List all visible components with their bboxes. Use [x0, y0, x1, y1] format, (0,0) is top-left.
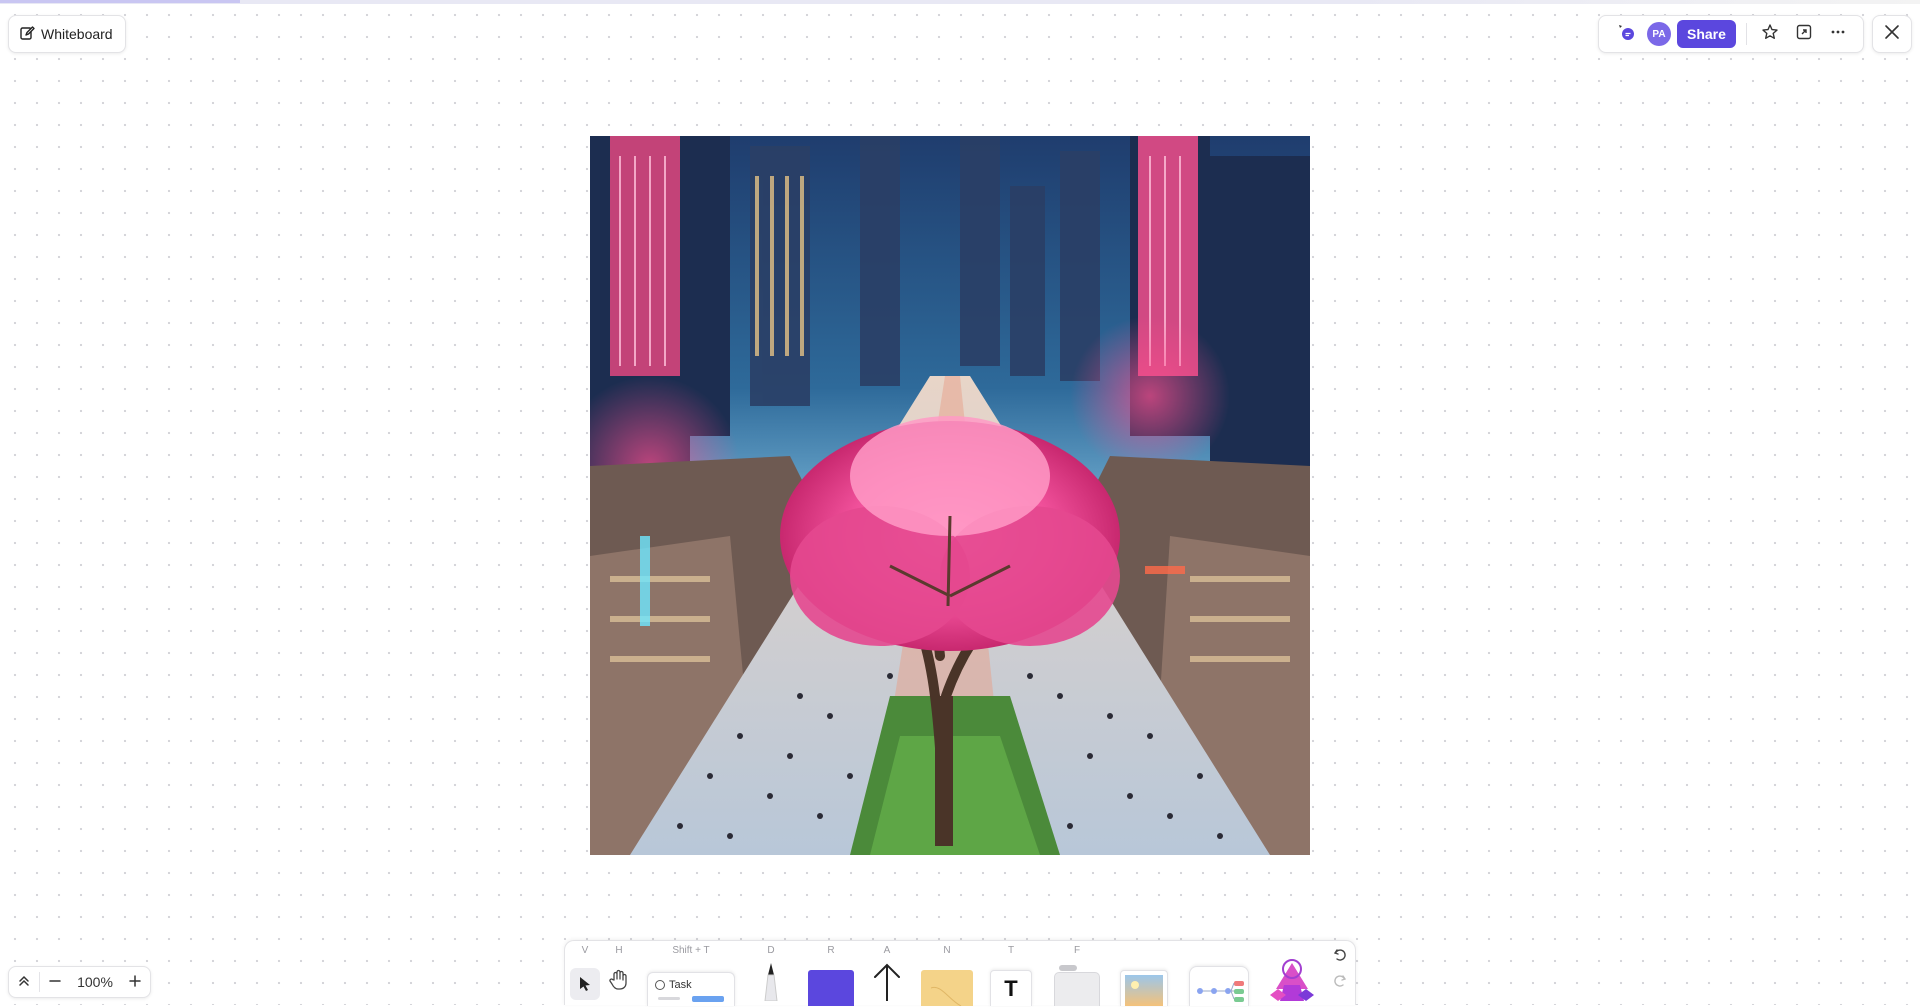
undo-button[interactable]: [1330, 947, 1350, 967]
image-tool[interactable]: [1118, 941, 1170, 1006]
whiteboard-title: Whiteboard: [41, 26, 113, 42]
task-status-bar: [692, 996, 724, 1002]
undo-icon: [1333, 948, 1347, 967]
comment-icon: [1617, 23, 1635, 46]
sticky-note-icon: [921, 970, 973, 1006]
shortcut-label: T: [1007, 945, 1015, 956]
share-button[interactable]: Share: [1677, 20, 1736, 48]
zoom-in-button[interactable]: [120, 967, 150, 997]
shortcut-label: N: [943, 945, 951, 956]
minus-icon: [48, 974, 62, 991]
templates-tool[interactable]: [1187, 941, 1251, 1006]
redo-button[interactable]: [1330, 973, 1350, 993]
close-button[interactable]: [1872, 15, 1912, 53]
sticky-note-tool[interactable]: N: [918, 941, 976, 1006]
avatar[interactable]: PA: [1647, 22, 1671, 46]
flowchart-icon: [1189, 966, 1249, 1006]
rectangle-shape-icon: [808, 970, 854, 1006]
arrow-tool[interactable]: A: [865, 941, 909, 1006]
shortcut-label: Shift + T: [672, 945, 710, 956]
star-icon: [1761, 23, 1779, 46]
more-icon: [1829, 23, 1847, 46]
favorite-button[interactable]: [1753, 19, 1787, 49]
frame-tool[interactable]: F: [1052, 941, 1102, 1006]
pen-tool[interactable]: D: [751, 941, 791, 1006]
task-card-preview: Task: [647, 972, 735, 1006]
collapse-button[interactable]: [9, 967, 39, 997]
check-circle-icon: [655, 980, 665, 990]
drawing-toolbar: V H Shift + T Task D R A N T T F: [564, 940, 1356, 1006]
divider: [1745, 23, 1747, 45]
close-icon: [1883, 23, 1901, 46]
text-icon: T: [990, 970, 1032, 1006]
task-line: [658, 997, 680, 1000]
more-options-button[interactable]: [1821, 19, 1855, 49]
hand-icon: [609, 969, 629, 996]
shortcut-label: H: [615, 945, 623, 956]
more-shapes-tool[interactable]: [1263, 941, 1321, 1006]
shortcut-label: R: [827, 945, 835, 956]
task-label: Task: [669, 979, 692, 991]
text-tool[interactable]: T T: [988, 941, 1034, 1006]
history-controls: [1327, 941, 1353, 1006]
cursor-icon: [570, 968, 600, 1000]
collapse-icon: [17, 974, 31, 991]
zoom-out-button[interactable]: [40, 967, 70, 997]
select-tool[interactable]: V: [569, 941, 601, 1006]
shortcut-label: F: [1073, 945, 1081, 956]
fit-screen-icon: [1795, 23, 1813, 46]
edit-icon: [19, 25, 35, 44]
shortcut-label: V: [581, 945, 589, 956]
board-image-city-cherry-tree[interactable]: [590, 136, 1310, 855]
rectangle-tool[interactable]: R: [805, 941, 857, 1006]
comment-button[interactable]: [1609, 19, 1643, 49]
top-progress-bar: [0, 0, 1920, 4]
zoom-level[interactable]: 100%: [70, 974, 120, 990]
zoom-controls: 100%: [8, 966, 151, 998]
task-tool[interactable]: Shift + T Task: [643, 941, 739, 1006]
whiteboard-title-button[interactable]: Whiteboard: [8, 15, 126, 53]
plus-icon: [128, 974, 142, 991]
frame-icon: [1054, 965, 1100, 1006]
redo-icon: [1333, 974, 1347, 993]
pen-icon: [758, 961, 784, 1006]
hand-tool[interactable]: H: [603, 941, 635, 1006]
arrow-up-icon: [870, 961, 904, 1006]
top-right-toolbar: PA Share: [1598, 15, 1864, 53]
shortcut-label: D: [767, 945, 775, 956]
image-icon: [1120, 970, 1168, 1006]
shapes-icon: [1264, 955, 1320, 1006]
shortcut-label: A: [883, 945, 891, 956]
fit-screen-button[interactable]: [1787, 19, 1821, 49]
